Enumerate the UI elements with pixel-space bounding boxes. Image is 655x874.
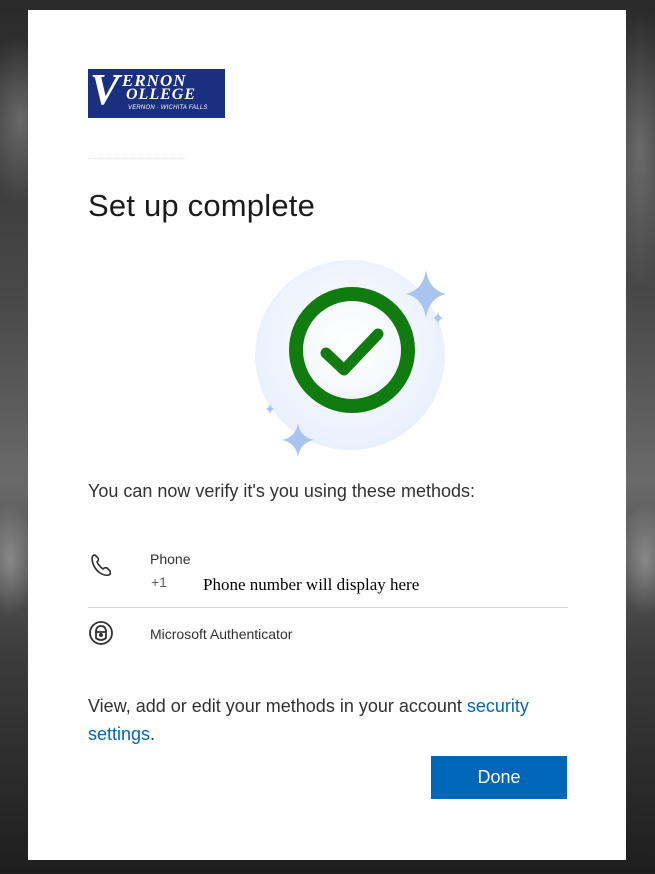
phone-icon bbox=[91, 554, 112, 577]
phone-number: Phone number will display here bbox=[203, 575, 420, 594]
vernon-college-logo: V ERNON OLLEGE VERNON · WICHITA FALLS bbox=[88, 69, 225, 118]
logo-line2: OLLEGE bbox=[126, 86, 196, 103]
success-check-illustration bbox=[255, 260, 446, 457]
method-name: Microsoft Authenticator bbox=[150, 626, 293, 642]
faint-divider bbox=[88, 158, 186, 165]
phone-country-code: +1 bbox=[151, 574, 167, 590]
methods-intro: You can now verify it's you using these … bbox=[88, 481, 475, 501]
setup-dialog: V ERNON OLLEGE VERNON · WICHITA FALLS Se… bbox=[28, 10, 626, 860]
footer-text: View, add or edit your methods in your a… bbox=[88, 696, 467, 716]
method-phone: Phone +1 Phone number will display here bbox=[88, 540, 568, 608]
authenticator-lock-icon bbox=[89, 621, 113, 645]
done-button[interactable]: Done bbox=[431, 756, 567, 799]
logo-mark: V bbox=[90, 69, 120, 114]
method-name: Phone bbox=[150, 551, 191, 567]
logo-subtitle: VERNON · WICHITA FALLS bbox=[128, 105, 208, 111]
method-authenticator: Microsoft Authenticator bbox=[88, 614, 568, 654]
footer-suffix: . bbox=[150, 724, 156, 744]
methods-footer: View, add or edit your methods in your a… bbox=[88, 692, 568, 748]
page-title: Set up complete bbox=[88, 188, 316, 223]
